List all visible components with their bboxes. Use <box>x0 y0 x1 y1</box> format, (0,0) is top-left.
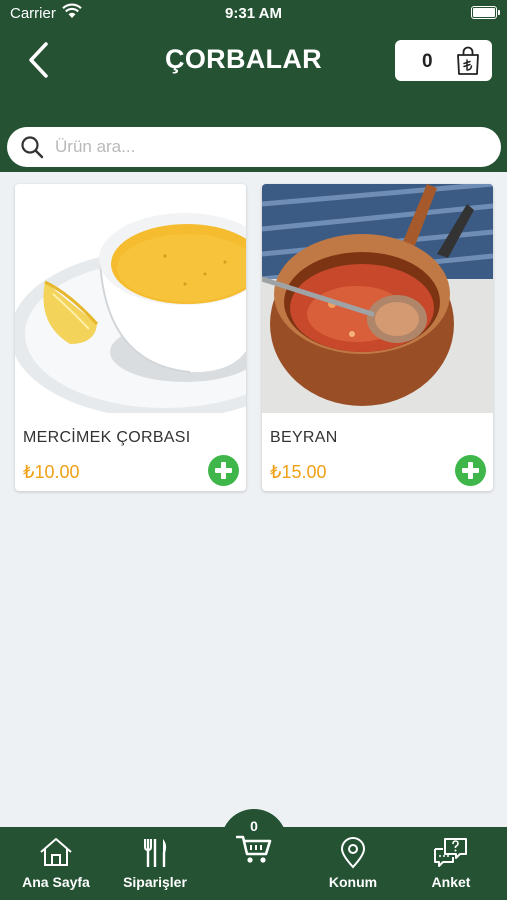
product-image-beyran <box>262 184 493 413</box>
location-pin-icon <box>340 837 366 869</box>
status-bar: Carrier 9:31 AM <box>0 0 507 28</box>
tab-location[interactable]: Konum <box>318 827 388 900</box>
product-image-mercimek <box>15 184 246 413</box>
cart-fab-button[interactable]: 0 <box>221 809 287 875</box>
cart-total-button[interactable]: 0 <box>395 40 492 81</box>
product-price: ₺10.00 <box>23 462 80 482</box>
search-input[interactable] <box>55 133 475 161</box>
home-icon <box>40 838 72 866</box>
search-icon <box>21 136 44 159</box>
battery-icon <box>471 6 500 19</box>
cart-count: 0 <box>422 51 433 72</box>
cutlery-icon <box>144 839 167 867</box>
search-bar[interactable] <box>7 127 501 167</box>
product-name: MERCİMEK ÇORBASI <box>23 429 191 446</box>
tab-orders[interactable]: Siparişler <box>115 827 195 900</box>
shopping-bag-lira-icon <box>457 46 479 75</box>
product-price: ₺15.00 <box>270 462 327 482</box>
tab-label: Anket <box>431 874 471 890</box>
survey-chat-icon <box>434 838 467 867</box>
clock: 9:31 AM <box>225 5 282 22</box>
cart-fab-count: 0 <box>250 818 258 834</box>
cart-icon <box>236 835 272 863</box>
product-card[interactable]: BEYRAN ₺15.00 <box>262 184 493 491</box>
tab-survey[interactable]: Anket <box>420 827 482 900</box>
header: Carrier 9:31 AM ÇORBALAR 0 <box>0 0 507 172</box>
product-card[interactable]: MERCİMEK ÇORBASI ₺10.00 <box>15 184 246 491</box>
tab-label: Ana Sayfa <box>22 874 90 890</box>
tab-label: Siparişler <box>123 874 187 890</box>
tab-label: Konum <box>328 874 378 890</box>
product-name: BEYRAN <box>270 429 338 446</box>
add-to-cart-button[interactable] <box>208 455 239 486</box>
tab-home[interactable]: Ana Sayfa <box>14 827 98 900</box>
add-to-cart-button[interactable] <box>455 455 486 486</box>
